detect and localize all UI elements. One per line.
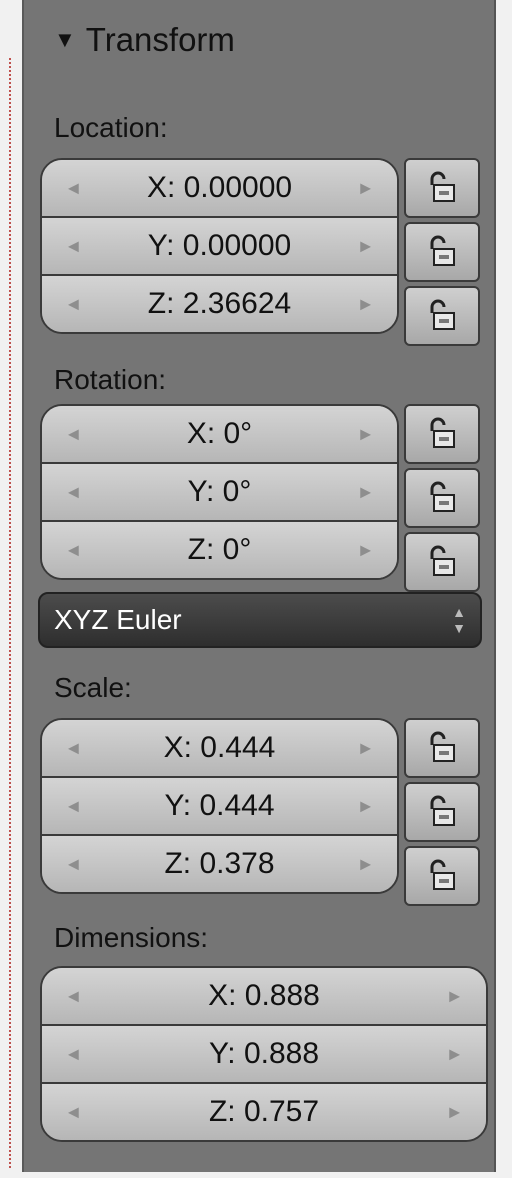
arrow-left-icon[interactable]: ◀ (68, 856, 79, 873)
arrow-left-icon[interactable]: ◀ (68, 484, 79, 501)
location-x-value: X: 0.00000 (146, 171, 293, 204)
arrow-right-icon[interactable]: ▶ (360, 542, 371, 559)
arrow-right-icon[interactable]: ▶ (449, 1046, 460, 1063)
arrow-right-icon[interactable]: ▶ (360, 238, 371, 255)
scale-z-field[interactable]: ◀ Z: 0.378 ▶ (42, 834, 397, 892)
transform-panel: ▼ Transform Location: ◀ X: 0.00000 ▶ ◀ Y… (22, 0, 496, 1172)
rotation-z-value: Z: 0° (187, 533, 252, 566)
dimensions-z-value: Z: 0.757 (208, 1095, 320, 1128)
dimensions-z-field[interactable]: ◀ Z: 0.757 ▶ (42, 1082, 486, 1140)
arrow-right-icon[interactable]: ▶ (360, 798, 371, 815)
location-z-value: Z: 2.36624 (147, 287, 292, 320)
padlock-icon (430, 481, 455, 512)
lock-scale-y-button[interactable] (404, 782, 480, 842)
dimensions-y-field[interactable]: ◀ Y: 0.888 ▶ (42, 1024, 486, 1082)
location-x-field[interactable]: ◀ X: 0.00000 ▶ (42, 160, 397, 216)
dimensions-label: Dimensions: (54, 922, 209, 953)
padlock-icon (430, 417, 455, 448)
scale-y-value: Y: 0.444 (164, 789, 275, 822)
panel-header[interactable]: ▼ Transform (54, 10, 235, 70)
rotation-z-field[interactable]: ◀ Z: 0° ▶ (42, 520, 397, 578)
padlock-icon (430, 859, 455, 890)
lock-rotation-z-button[interactable] (404, 532, 480, 592)
rotation-x-value: X: 0° (186, 417, 253, 450)
scale-z-value: Z: 0.378 (164, 847, 275, 880)
arrow-left-icon[interactable]: ◀ (68, 426, 79, 443)
rotation-x-field[interactable]: ◀ X: 0° ▶ (42, 406, 397, 462)
arrow-left-icon[interactable]: ◀ (68, 1046, 79, 1063)
location-y-field[interactable]: ◀ Y: 0.00000 ▶ (42, 216, 397, 274)
location-label: Location: (54, 112, 168, 143)
dimensions-fields: ◀ X: 0.888 ▶ ◀ Y: 0.888 ▶ ◀ Z: 0.757 ▶ (40, 966, 488, 1142)
padlock-icon (430, 235, 455, 266)
lock-location-x-button[interactable] (404, 158, 480, 218)
scale-x-value: X: 0.444 (163, 731, 276, 764)
arrow-right-icon[interactable]: ▶ (360, 296, 371, 313)
arrow-right-icon[interactable]: ▶ (449, 988, 460, 1005)
lock-rotation-x-button[interactable] (404, 404, 480, 464)
arrow-left-icon[interactable]: ◀ (68, 740, 79, 757)
rotation-fields: ◀ X: 0° ▶ ◀ Y: 0° ▶ ◀ Z: 0° ▶ (40, 404, 399, 580)
arrow-left-icon[interactable]: ◀ (68, 798, 79, 815)
arrow-right-icon[interactable]: ▶ (360, 740, 371, 757)
padlock-icon (430, 171, 455, 202)
arrow-left-icon[interactable]: ◀ (68, 296, 79, 313)
location-y-value: Y: 0.00000 (147, 229, 292, 262)
lock-location-y-button[interactable] (404, 222, 480, 282)
padlock-icon (430, 731, 455, 762)
arrow-left-icon[interactable]: ◀ (68, 180, 79, 197)
scale-fields: ◀ X: 0.444 ▶ ◀ Y: 0.444 ▶ ◀ Z: 0.378 ▶ (40, 718, 399, 894)
rotation-y-field[interactable]: ◀ Y: 0° ▶ (42, 462, 397, 520)
rotation-label: Rotation: (54, 364, 167, 395)
collapse-triangle-icon[interactable]: ▼ (54, 27, 76, 53)
dimensions-x-field[interactable]: ◀ X: 0.888 ▶ (42, 968, 486, 1024)
arrow-right-icon[interactable]: ▶ (360, 856, 371, 873)
dimensions-y-value: Y: 0.888 (208, 1037, 320, 1070)
panel-title: Transform (85, 21, 235, 58)
lock-rotation-y-button[interactable] (404, 468, 480, 528)
padlock-icon (430, 299, 455, 330)
location-z-field[interactable]: ◀ Z: 2.36624 ▶ (42, 274, 397, 332)
arrow-right-icon[interactable]: ▶ (360, 180, 371, 197)
dotted-guide-line (9, 58, 11, 1168)
arrow-right-icon[interactable]: ▶ (360, 426, 371, 443)
location-fields: ◀ X: 0.00000 ▶ ◀ Y: 0.00000 ▶ ◀ Z: 2.366… (40, 158, 399, 334)
dimensions-x-value: X: 0.888 (208, 979, 320, 1012)
scale-label: Scale: (54, 672, 132, 703)
scale-locks (404, 718, 480, 906)
lock-location-z-button[interactable] (404, 286, 480, 346)
arrow-right-icon[interactable]: ▶ (449, 1104, 460, 1121)
lock-scale-z-button[interactable] (404, 846, 480, 906)
rotation-y-value: Y: 0° (187, 475, 252, 508)
padlock-icon (430, 795, 455, 826)
arrow-left-icon[interactable]: ◀ (68, 542, 79, 559)
lock-scale-x-button[interactable] (404, 718, 480, 778)
arrow-left-icon[interactable]: ◀ (68, 988, 79, 1005)
updown-arrows-icon: ▲ ▼ (452, 604, 466, 636)
rotation-locks (404, 404, 480, 592)
location-locks (404, 158, 480, 346)
rotation-mode-dropdown[interactable]: XYZ Euler ▲ ▼ (38, 592, 482, 648)
rotation-mode-value: XYZ Euler (54, 604, 182, 635)
arrow-right-icon[interactable]: ▶ (360, 484, 371, 501)
arrow-left-icon[interactable]: ◀ (68, 1104, 79, 1121)
scale-x-field[interactable]: ◀ X: 0.444 ▶ (42, 720, 397, 776)
padlock-icon (430, 545, 455, 576)
scale-y-field[interactable]: ◀ Y: 0.444 ▶ (42, 776, 397, 834)
arrow-left-icon[interactable]: ◀ (68, 238, 79, 255)
